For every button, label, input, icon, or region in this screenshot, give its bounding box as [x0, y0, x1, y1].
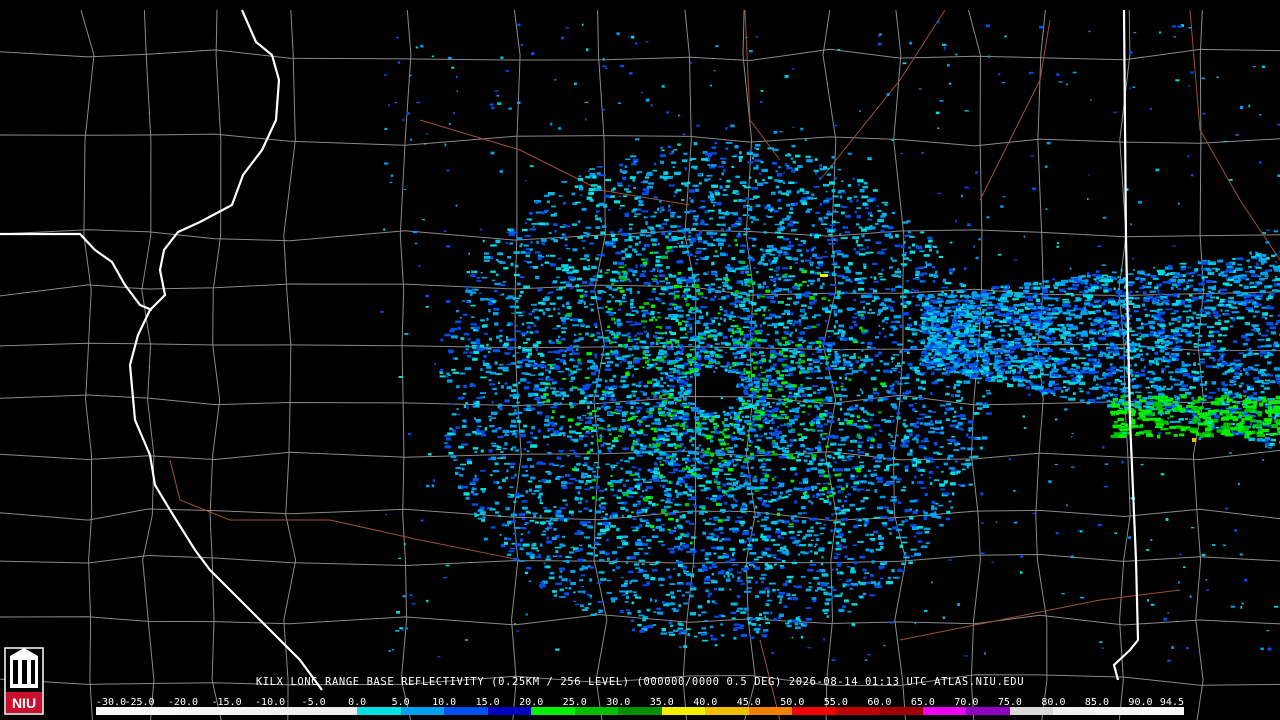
color-scale-swatch	[922, 707, 967, 715]
color-scale-swatch	[661, 707, 706, 715]
color-scale-swatch	[835, 707, 880, 715]
color-scale-swatch	[226, 707, 271, 715]
color-scale-swatch	[1140, 707, 1184, 715]
color-scale-swatch	[357, 707, 401, 715]
color-scale-swatch	[1096, 707, 1141, 715]
color-scale-swatch	[531, 707, 575, 715]
color-scale-swatch	[270, 707, 314, 715]
color-scale-swatch	[1053, 707, 1097, 715]
color-scale-swatch	[96, 707, 140, 715]
logo-text: NIU	[12, 695, 36, 711]
color-scale-swatch	[139, 707, 184, 715]
color-scale-swatch	[444, 707, 488, 715]
color-scale-swatch	[183, 707, 227, 715]
color-scale-swatch	[966, 707, 1010, 715]
color-scale-swatch	[879, 707, 923, 715]
product-caption: KILX LONG RANGE BASE REFLECTIVITY (0.25K…	[255, 676, 1025, 688]
color-scale-swatch	[313, 707, 358, 715]
color-scale-swatch	[400, 707, 445, 715]
color-scale-swatch	[574, 707, 619, 715]
color-scale-swatch	[618, 707, 662, 715]
color-scale-swatch	[1009, 707, 1054, 715]
color-scale-swatch	[705, 707, 749, 715]
reflectivity-color-scale	[96, 707, 1184, 715]
color-scale-swatch	[748, 707, 793, 715]
color-scale-swatch	[792, 707, 836, 715]
radar-map	[0, 0, 1280, 720]
color-scale-swatch	[487, 707, 532, 715]
